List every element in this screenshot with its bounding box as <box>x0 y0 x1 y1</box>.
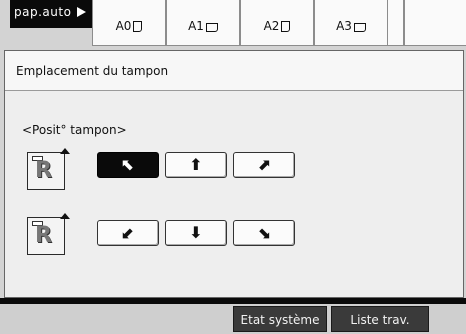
arrow-down-left-icon: ⬋ <box>121 223 135 242</box>
paper-size-label: A1 <box>188 19 204 33</box>
more-sizes-icon: ⌃⌃ <box>427 0 451 10</box>
stamp-position-top-center-button[interactable]: ⬆ <box>165 152 227 178</box>
job-list-label: Liste trav. <box>350 313 410 327</box>
job-list-button[interactable]: Liste trav. <box>331 306 429 332</box>
divider-bar <box>0 298 466 304</box>
strip-spacer <box>388 0 404 46</box>
landscape-paper-icon <box>353 23 366 32</box>
paper-size-a0-button[interactable]: A0 <box>92 0 166 46</box>
paper-size-a2-button[interactable]: A2 <box>240 0 314 46</box>
r-letter-icon: R <box>35 158 52 183</box>
paper-auto-label: pap.auto <box>14 5 72 19</box>
stamp-position-panel: Emplacement du tampon <Posit° tampon> R … <box>4 50 464 298</box>
corner-marker-icon <box>60 148 70 154</box>
stamp-position-label: <Posit° tampon> <box>22 123 127 137</box>
arrow-up-right-icon: ⬈ <box>257 155 271 174</box>
paper-size-a3-button[interactable]: A3 <box>314 0 388 46</box>
r-document-bottom-stamp-icon: R <box>27 213 70 255</box>
stamp-position-bottom-left-button[interactable]: ⬋ <box>97 220 159 246</box>
paper-size-strip: pap.auto A0 A1 A2 A3 ⌃⌃ <box>0 0 466 50</box>
paper-size-label: A3 <box>336 19 352 33</box>
r-letter-icon: R <box>35 223 52 248</box>
arrow-down-icon: ⬇ <box>189 223 203 242</box>
portrait-paper-icon <box>281 21 291 32</box>
paper-auto-button[interactable]: pap.auto <box>10 0 92 28</box>
corner-marker-icon <box>60 213 70 219</box>
system-status-label: Etat système <box>240 313 320 327</box>
system-status-button[interactable]: Etat système <box>233 306 327 332</box>
arrow-up-left-icon: ⬉ <box>121 155 135 174</box>
stamp-position-top-right-button[interactable]: ⬈ <box>233 152 295 178</box>
stamp-position-bottom-center-button[interactable]: ⬇ <box>165 220 227 246</box>
more-sizes-button[interactable]: ⌃⌃ <box>404 0 466 46</box>
panel-title-bar: Emplacement du tampon <box>5 51 463 91</box>
stamp-position-top-left-button[interactable]: ⬉ <box>97 152 159 178</box>
arrow-up-icon: ⬆ <box>189 155 203 174</box>
landscape-paper-icon <box>205 23 218 32</box>
paper-size-label: A0 <box>115 19 132 33</box>
paper-size-a1-button[interactable]: A1 <box>166 0 240 46</box>
paper-size-label: A2 <box>263 19 280 33</box>
panel-title: Emplacement du tampon <box>16 64 169 78</box>
r-document-top-stamp-icon: R <box>27 148 70 190</box>
stamp-position-bottom-right-button[interactable]: ⬊ <box>233 220 295 246</box>
system-bar: Etat système Liste trav. <box>0 298 466 334</box>
arrow-down-right-icon: ⬊ <box>257 223 271 242</box>
play-arrow-icon <box>77 7 86 17</box>
portrait-paper-icon <box>133 21 143 32</box>
